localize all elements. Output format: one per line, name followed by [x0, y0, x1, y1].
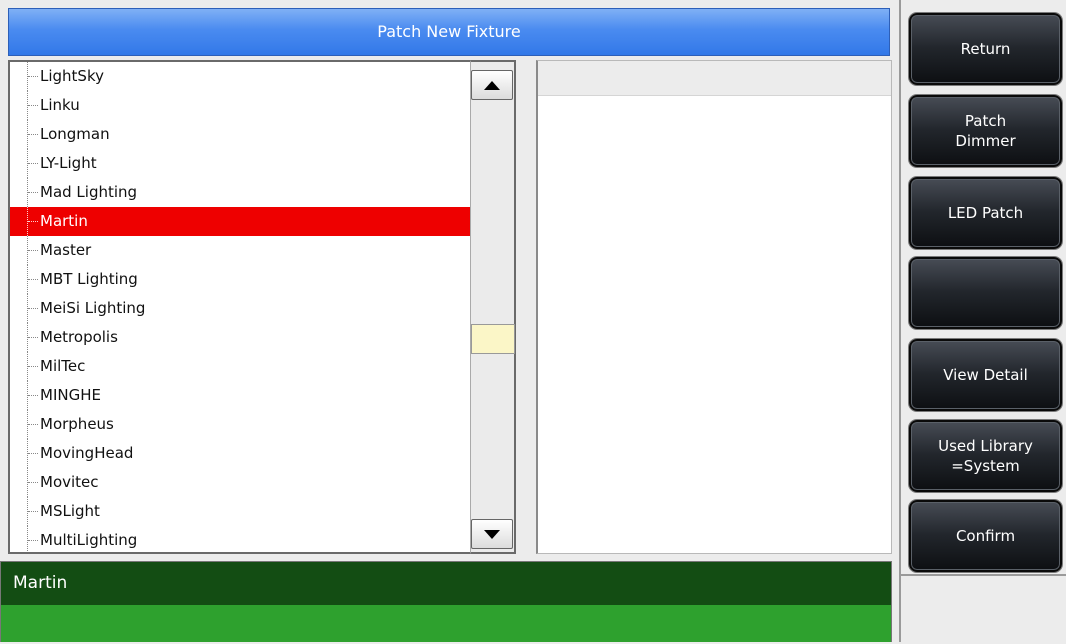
- tree-line: [28, 134, 38, 135]
- led-patch-button-label: LED Patch: [947, 204, 1024, 222]
- confirm-button[interactable]: Confirm: [909, 500, 1062, 572]
- side-panel-footer: [901, 574, 1066, 644]
- list-item-label: Longman: [40, 125, 110, 143]
- return-button-label: Return: [960, 40, 1011, 58]
- list-item-label: MilTec: [40, 357, 86, 375]
- list-item[interactable]: Longman: [10, 120, 470, 149]
- list-item-label: Mad Lighting: [40, 183, 138, 201]
- patch-dimmer-button[interactable]: Patch Dimmer: [909, 95, 1062, 167]
- list-item-label: MultiLighting: [40, 531, 138, 549]
- list-item[interactable]: LightSky: [10, 62, 470, 91]
- tree-line: [28, 453, 38, 454]
- list-item-label: Linku: [40, 96, 80, 114]
- list-item-label: Metropolis: [40, 328, 118, 346]
- list-item-label: MSLight: [40, 502, 100, 520]
- window-title: Patch New Fixture: [8, 8, 890, 56]
- side-button-panel: Return Patch Dimmer LED Patch View Detai…: [899, 0, 1066, 644]
- list-item-label: MeiSi Lighting: [40, 299, 146, 317]
- tree-line: [28, 308, 38, 309]
- tree-line: [28, 105, 38, 106]
- tree-line: [28, 337, 38, 338]
- list-item-label: MovingHead: [40, 444, 134, 462]
- return-button[interactable]: Return: [909, 13, 1062, 85]
- tree-line: [28, 395, 38, 396]
- blank-button[interactable]: [909, 257, 1062, 329]
- list-item[interactable]: Linku: [10, 91, 470, 120]
- manufacturer-list[interactable]: LightSky Linku Longman LY-Light Mad Ligh…: [8, 60, 470, 554]
- triangle-down-icon: [484, 529, 500, 539]
- tree-line: [28, 221, 38, 222]
- triangle-up-icon: [484, 80, 500, 90]
- tree-line: [28, 482, 38, 483]
- list-item-label: Movitec: [40, 473, 99, 491]
- list-item-label: Martin: [40, 212, 88, 230]
- tree-line: [28, 192, 38, 193]
- list-item-label: LightSky: [40, 67, 104, 85]
- list-item[interactable]: MultiLighting: [10, 526, 470, 552]
- status-bar-lower: [1, 605, 891, 642]
- list-item-label: Morpheus: [40, 415, 114, 433]
- tree-line: [28, 540, 38, 541]
- tree-line: [28, 163, 38, 164]
- used-library-button-label: Used Library =System: [938, 437, 1033, 475]
- list-item-label: Master: [40, 241, 92, 259]
- list-item[interactable]: MSLight: [10, 497, 470, 526]
- list-item[interactable]: Mad Lighting: [10, 178, 470, 207]
- list-item-label: MBT Lighting: [40, 270, 138, 288]
- list-scrollbar[interactable]: [470, 60, 516, 554]
- patch-dimmer-button-label: Patch Dimmer: [955, 112, 1016, 150]
- selected-fixture-text: Martin: [1, 562, 891, 605]
- scroll-down-button[interactable]: [471, 519, 513, 549]
- list-item[interactable]: MBT Lighting: [10, 265, 470, 294]
- led-patch-button[interactable]: LED Patch: [909, 177, 1062, 249]
- list-item[interactable]: Movitec: [10, 468, 470, 497]
- view-detail-button-label: View Detail: [943, 366, 1028, 384]
- list-item-label: LY-Light: [40, 154, 97, 172]
- list-item[interactable]: Morpheus: [10, 410, 470, 439]
- tree-line: [28, 76, 38, 77]
- tree-line: [28, 424, 38, 425]
- tree-line: [28, 366, 38, 367]
- list-item[interactable]: MeiSi Lighting: [10, 294, 470, 323]
- list-item[interactable]: MilTec: [10, 352, 470, 381]
- status-bar: Martin: [0, 561, 892, 642]
- tree-line: [28, 279, 38, 280]
- detail-panel-header: [538, 61, 891, 96]
- list-item[interactable]: MINGHE: [10, 381, 470, 410]
- list-item[interactable]: MovingHead: [10, 439, 470, 468]
- used-library-button[interactable]: Used Library =System: [909, 420, 1062, 492]
- list-item[interactable]: Master: [10, 236, 470, 265]
- list-item[interactable]: Metropolis: [10, 323, 470, 352]
- fixture-detail-panel[interactable]: [536, 60, 892, 554]
- tree-line: [28, 511, 38, 512]
- list-item-label: MINGHE: [40, 386, 101, 404]
- main-area: Patch New Fixture LightSky Linku Longman…: [0, 0, 899, 642]
- scroll-thumb[interactable]: [471, 324, 515, 354]
- confirm-button-label: Confirm: [955, 527, 1016, 545]
- scroll-up-button[interactable]: [471, 70, 513, 100]
- view-detail-button[interactable]: View Detail: [909, 339, 1062, 411]
- list-item-selected[interactable]: Martin: [10, 207, 470, 236]
- list-item[interactable]: LY-Light: [10, 149, 470, 178]
- tree-line: [28, 250, 38, 251]
